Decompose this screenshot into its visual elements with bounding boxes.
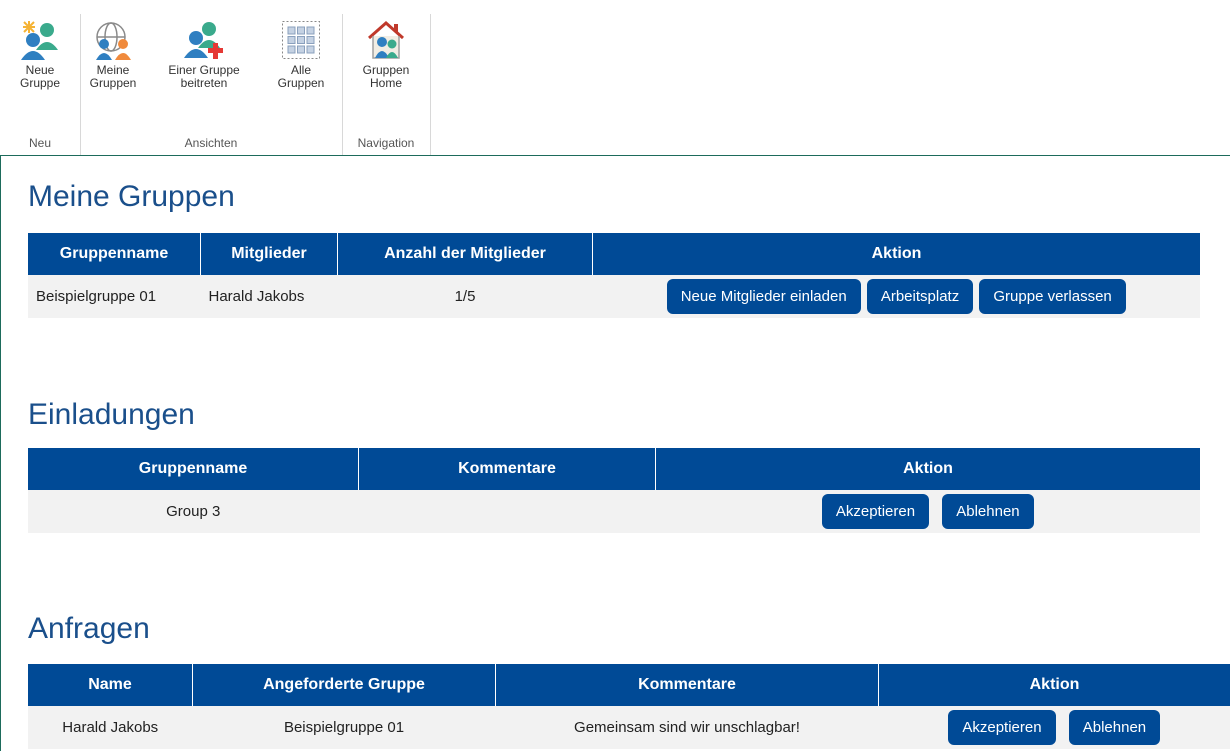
my-groups-button[interactable]: Meine Gruppen	[84, 20, 142, 90]
action-cell: Neue Mitglieder einladen Arbeitsplatz Gr…	[592, 275, 1200, 318]
invitations-table: Gruppenname Kommentare Aktion Group 3 Ak…	[28, 448, 1200, 533]
table-row: Harald Jakobs Beispielgruppe 01 Gemeinsa…	[28, 706, 1230, 749]
comment-cell: Gemeinsam sind wir unschlagbar!	[495, 706, 879, 749]
leave-group-button[interactable]: Gruppe verlassen	[979, 279, 1126, 314]
section-title-my-groups: Meine Gruppen	[28, 180, 235, 213]
new-group-label: Neue Gruppe	[19, 63, 61, 90]
column-header: Name	[28, 664, 193, 706]
decline-request-button[interactable]: Ablehnen	[1068, 710, 1161, 745]
column-header: Mitglieder	[200, 233, 338, 275]
invite-members-button[interactable]: Neue Mitglieder einladen	[666, 279, 861, 314]
column-header: Kommentare	[495, 664, 879, 706]
ribbon-group-ansichten: Meine Gruppen Einer Gruppe beitreten All…	[80, 14, 343, 155]
new-group-button[interactable]: Neue Gruppe	[0, 20, 80, 90]
column-header: Angeforderte Gruppe	[192, 664, 496, 706]
ribbon-group-navigation: Gruppen Home Navigation	[342, 14, 431, 155]
requested-group-cell: Beispielgruppe 01	[192, 706, 496, 749]
group-home-button[interactable]: Gruppen Home	[350, 20, 422, 90]
join-group-icon	[184, 20, 224, 60]
my-groups-icon	[93, 20, 133, 60]
column-header: Gruppenname	[28, 448, 359, 490]
table-header-row: Name Angeforderte Gruppe Kommentare Akti…	[28, 664, 1230, 706]
table-header-row: Gruppenname Mitglieder Anzahl der Mitgli…	[28, 233, 1200, 275]
new-group-icon	[20, 20, 60, 60]
column-header: Aktion	[878, 664, 1230, 706]
section-title-requests: Anfragen	[28, 612, 150, 645]
my-groups-table: Gruppenname Mitglieder Anzahl der Mitgli…	[28, 233, 1200, 318]
all-groups-button[interactable]: Alle Gruppen	[268, 20, 334, 90]
all-groups-label: Alle Gruppen	[277, 63, 325, 90]
action-cell: Akzeptieren Ablehnen	[878, 706, 1230, 749]
ribbon-toolbar: Neue Gruppe Neu Meine Gruppen Einer Grup…	[0, 0, 1230, 156]
requester-name-cell: Harald Jakobs	[28, 706, 193, 749]
group-home-label: Gruppen Home	[362, 63, 410, 90]
ribbon-group-label-neu: Neu	[28, 136, 51, 150]
decline-invitation-button[interactable]: Ablehnen	[942, 494, 1034, 529]
ribbon-group-label-ansichten: Ansichten	[184, 136, 238, 150]
table-row: Group 3 Akzeptieren Ablehnen	[28, 490, 1200, 533]
column-header: Gruppenname	[28, 233, 201, 275]
comment-cell	[358, 490, 656, 533]
column-header: Aktion	[655, 448, 1200, 490]
accept-invitation-button[interactable]: Akzeptieren	[821, 494, 930, 529]
column-header: Anzahl der Mitglieder	[337, 233, 593, 275]
workspace-button[interactable]: Arbeitsplatz	[866, 279, 974, 314]
group-name-cell: Group 3	[28, 490, 359, 533]
ribbon-group-neu: Neue Gruppe Neu	[0, 14, 81, 155]
member-count-cell: 1/5	[337, 275, 593, 318]
join-group-button[interactable]: Einer Gruppe beitreten	[158, 20, 250, 90]
group-home-icon	[366, 20, 406, 60]
all-groups-icon	[281, 20, 321, 60]
action-cell: Akzeptieren Ablehnen	[655, 490, 1200, 533]
requests-table: Name Angeforderte Gruppe Kommentare Akti…	[28, 664, 1230, 749]
my-groups-label: Meine Gruppen	[89, 63, 137, 90]
members-cell: Harald Jakobs	[200, 275, 338, 318]
join-group-label: Einer Gruppe beitreten	[168, 63, 240, 90]
column-header: Kommentare	[358, 448, 656, 490]
table-row: Beispielgruppe 01 Harald Jakobs 1/5 Neue…	[28, 275, 1200, 318]
table-header-row: Gruppenname Kommentare Aktion	[28, 448, 1200, 490]
section-title-invitations: Einladungen	[28, 398, 195, 431]
column-header: Aktion	[592, 233, 1200, 275]
ribbon-group-label-navigation: Navigation	[357, 136, 415, 150]
group-name-cell: Beispielgruppe 01	[28, 275, 201, 318]
accept-request-button[interactable]: Akzeptieren	[948, 710, 1056, 745]
